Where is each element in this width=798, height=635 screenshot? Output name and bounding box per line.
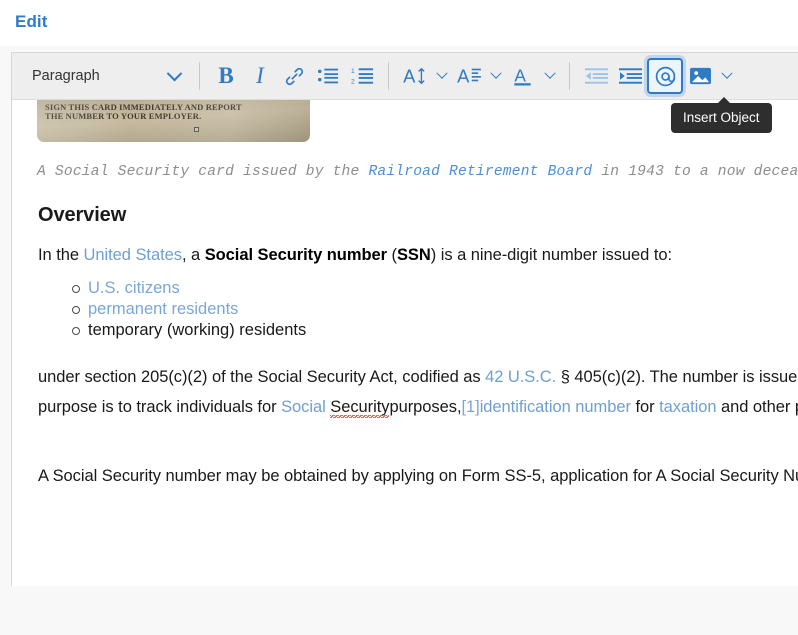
chevron-down-icon [436, 68, 447, 79]
toolbar-divider [199, 62, 200, 90]
statute-text-1: under section 205(c)(2) of the Social Se… [38, 368, 485, 386]
format-select-value: Paragraph [32, 68, 100, 84]
line-height-dropdown-toggle[interactable] [486, 59, 506, 93]
caption-link-railroad-retirement-board[interactable]: Railroad Retirement Board [368, 164, 592, 180]
social-security-card-image[interactable]: SIGN THIS CARD IMMEDIATELY AND REPORT TH… [37, 100, 310, 142]
chevron-down-icon [721, 68, 732, 79]
format-select[interactable]: Paragraph [18, 61, 190, 91]
svg-text:A: A [403, 65, 416, 86]
font-size-control[interactable]: A [398, 59, 452, 93]
insert-object-button[interactable] [647, 58, 683, 94]
app-page: Edit Paragraph B I [0, 0, 798, 635]
text-color-control[interactable]: A [506, 59, 560, 93]
section-heading-overview: Overview [38, 204, 126, 227]
misspelled-word-security: Security [330, 398, 389, 418]
insert-image-button[interactable] [683, 59, 717, 93]
svg-text:2: 2 [351, 79, 355, 85]
paragraph-form-ss5: A Social Security number may be obtained… [38, 461, 798, 491]
intro-text-1: In the [38, 246, 84, 264]
svg-text:1: 1 [351, 68, 355, 75]
bold-ssn: SSN [397, 246, 431, 264]
paragraph-intro: In the United States, a Social Security … [38, 240, 672, 270]
outdent-button[interactable] [579, 59, 613, 93]
insert-image-dropdown-toggle[interactable] [717, 59, 737, 93]
list-item: temporary (working) residents [88, 320, 306, 341]
bullet-list-button[interactable] [311, 59, 345, 93]
statute-text-2: § 405(c)(2). The number is issued to an … [556, 368, 798, 386]
caption-text-after: in 1943 to a now deceased pe [592, 164, 798, 180]
line-height-control[interactable]: A [452, 59, 506, 93]
insert-object-tooltip: Insert Object [671, 103, 772, 133]
link-us-citizens[interactable]: U.S. citizens [88, 279, 180, 297]
caption-text-before: A Social Security card issued by the [37, 164, 368, 180]
recipients-list: U.S. citizens permanent residents tempor… [70, 278, 306, 341]
chevron-down-icon [490, 68, 501, 79]
statute-text-5: for [631, 398, 659, 416]
paragraph-statute: under section 205(c)(2) of the Social Se… [38, 362, 798, 422]
link-taxation[interactable]: taxation [659, 398, 716, 416]
intro-text-3: ( [387, 246, 397, 264]
svg-text:A: A [457, 65, 470, 86]
toolbar-divider [569, 62, 570, 90]
list-item: U.S. citizens [88, 278, 306, 299]
link-permanent-residents[interactable]: permanent residents [88, 300, 238, 318]
reference-marker-1[interactable]: [1] [461, 398, 479, 416]
chevron-down-icon [167, 65, 183, 81]
card-image-sheen [37, 100, 310, 142]
statute-text-6: and other purposes. [716, 398, 798, 416]
toolbar-divider [388, 62, 389, 90]
statute-text-4: purposes, [389, 398, 461, 416]
page-header: Edit [0, 0, 798, 46]
italic-button[interactable]: I [243, 59, 277, 93]
line-height-button[interactable]: A [452, 59, 486, 93]
font-size-dropdown-toggle[interactable] [432, 59, 452, 93]
page-title: Edit [15, 12, 48, 32]
editor-content[interactable]: SIGN THIS CARD IMMEDIATELY AND REPORT TH… [12, 100, 798, 586]
numbered-list-button[interactable]: 1 2 [345, 59, 379, 93]
link-united-states[interactable]: United States [84, 246, 182, 264]
text-color-button[interactable]: A [506, 59, 540, 93]
link-button[interactable] [277, 59, 311, 93]
bold-button[interactable]: B [209, 59, 243, 93]
font-size-button[interactable]: A [398, 59, 432, 93]
insert-image-control[interactable] [683, 59, 737, 93]
text-color-dropdown-toggle[interactable] [540, 59, 560, 93]
tooltip-arrow [717, 97, 731, 104]
chevron-down-icon [544, 68, 555, 79]
link-identification-number[interactable]: identification number [480, 398, 631, 416]
list-item-label-temporary-residents: temporary (working) residents [88, 321, 306, 339]
intro-text-2: , a [182, 246, 205, 264]
intro-text-4: ) is a nine-digit number issued to: [431, 246, 672, 264]
editor-toolbar: Paragraph B I [12, 53, 798, 100]
link-42-usc[interactable]: 42 U.S.C. [485, 368, 556, 386]
image-caption: A Social Security card issued by the Rai… [37, 164, 798, 180]
link-social[interactable]: Social [281, 398, 330, 416]
svg-text:A: A [514, 65, 526, 85]
list-item: permanent residents [88, 299, 306, 320]
indent-button[interactable] [613, 59, 647, 93]
tooltip-label: Insert Object [683, 110, 760, 125]
bold-social-security-number: Social Security number [205, 246, 387, 264]
